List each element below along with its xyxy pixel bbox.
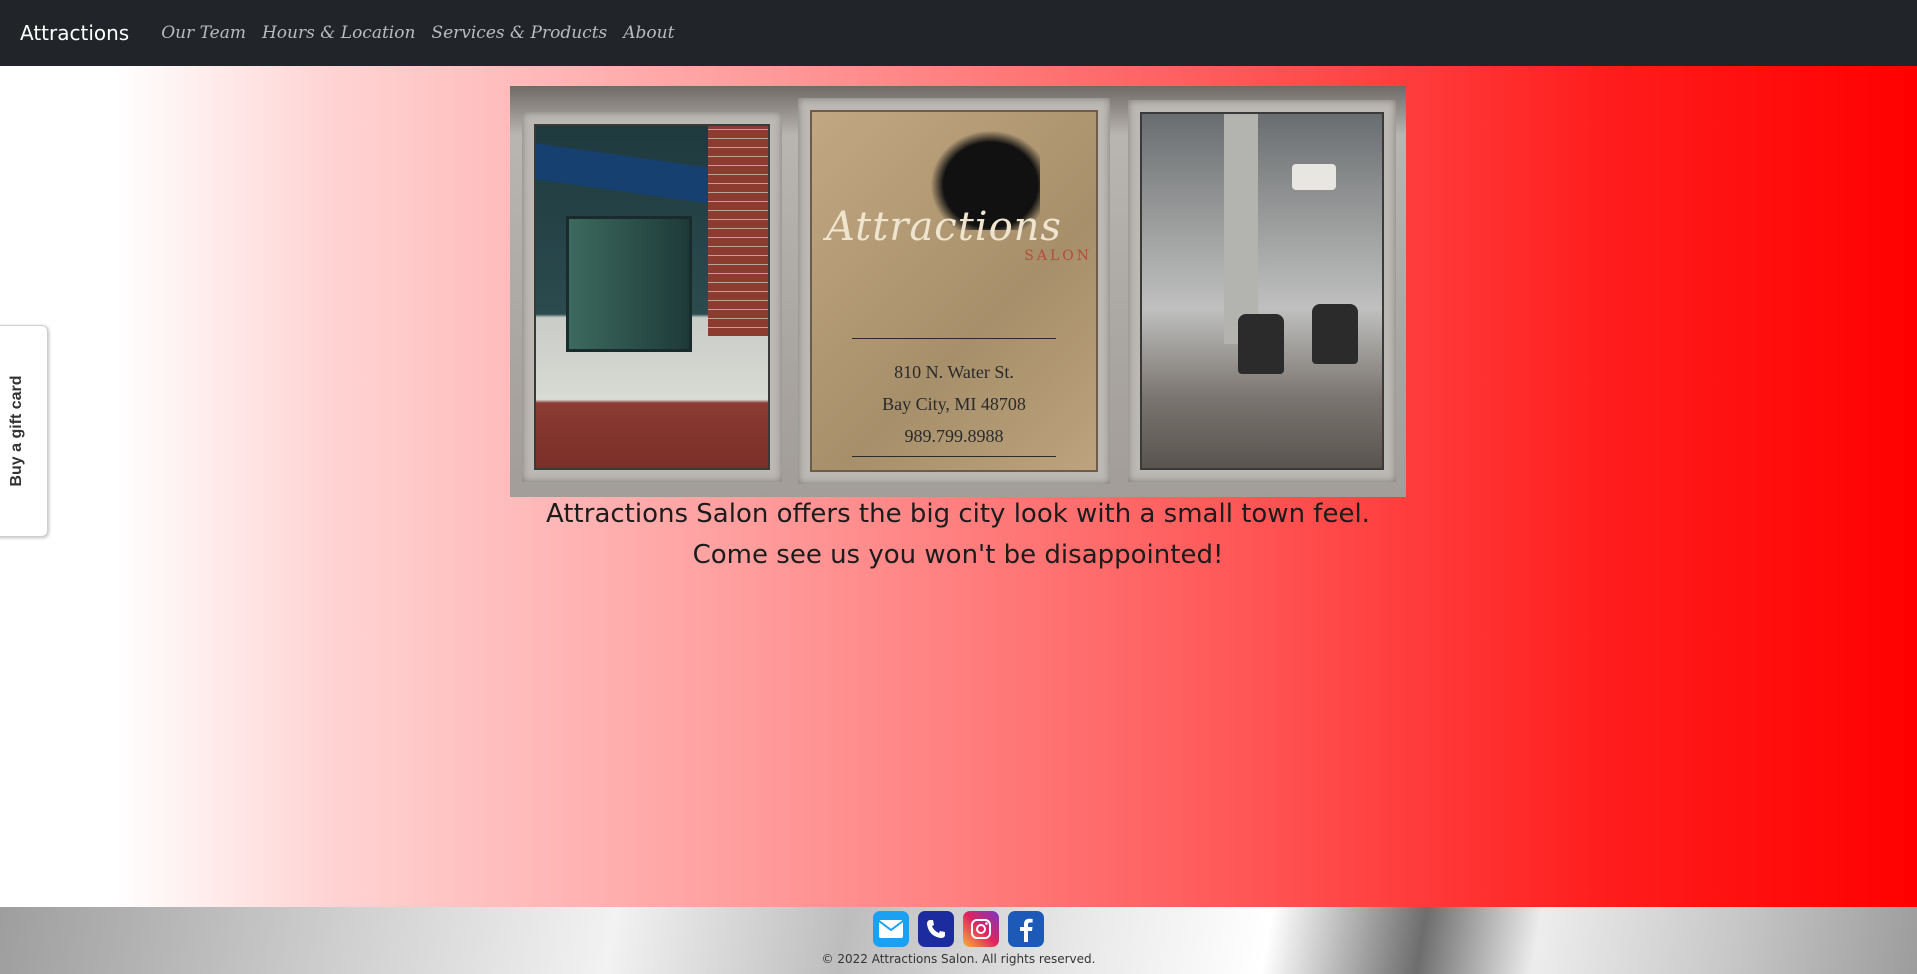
- awning: [536, 143, 716, 205]
- interior-panel: [1128, 100, 1396, 482]
- tagline-line2: Come see us you won't be disappointed!: [692, 540, 1224, 570]
- card-address-line1: 810 N. Water St.: [894, 362, 1014, 382]
- nav-services-products[interactable]: Services & Products: [431, 23, 607, 43]
- facebook-icon[interactable]: [1008, 911, 1044, 947]
- top-navbar: Attractions Our Team Hours & Location Se…: [0, 0, 1917, 66]
- nav-about[interactable]: About: [623, 23, 674, 43]
- logo-salon: SALON: [1024, 248, 1092, 264]
- salon-chair: [1238, 314, 1284, 374]
- interior-column: [1224, 114, 1258, 344]
- tagline-line1: Attractions Salon offers the big city lo…: [546, 499, 1370, 529]
- card-rule-top: [852, 338, 1056, 339]
- nav-hours-location[interactable]: Hours & Location: [262, 23, 415, 43]
- storefront-panel: [522, 112, 782, 482]
- pendant-lamp: [1292, 164, 1336, 190]
- brand-link[interactable]: Attractions: [20, 21, 129, 45]
- gift-card-tab[interactable]: Buy a gift card: [0, 325, 48, 537]
- brick-wall: [708, 126, 768, 336]
- card-address-line2: Bay City, MI 48708: [882, 394, 1026, 414]
- card-phone: 989.799.8988: [904, 426, 1004, 446]
- social-links: [873, 911, 1044, 947]
- salon-chair: [1312, 304, 1358, 364]
- entrance-door: [566, 216, 692, 352]
- footer: © 2022 Attractions Salon. All rights res…: [0, 907, 1917, 974]
- hero-banner: Attractions SALON 810 N. Water St. Bay C…: [510, 86, 1406, 497]
- instagram-icon[interactable]: [963, 911, 999, 947]
- business-card-panel: Attractions SALON 810 N. Water St. Bay C…: [798, 98, 1110, 484]
- card-rule-bottom: [852, 456, 1056, 457]
- storefront-photo: [534, 124, 770, 470]
- logo-script: Attractions: [826, 204, 1062, 250]
- tagline: Attractions Salon offers the big city lo…: [510, 494, 1406, 576]
- interior-photo: [1140, 112, 1384, 470]
- copyright-text: © 2022 Attractions Salon. All rights res…: [821, 952, 1096, 966]
- nav-our-team[interactable]: Our Team: [161, 23, 246, 43]
- business-card: Attractions SALON 810 N. Water St. Bay C…: [810, 110, 1098, 472]
- gift-card-label: Buy a gift card: [8, 375, 25, 487]
- email-icon[interactable]: [873, 911, 909, 947]
- phone-icon[interactable]: [918, 911, 954, 947]
